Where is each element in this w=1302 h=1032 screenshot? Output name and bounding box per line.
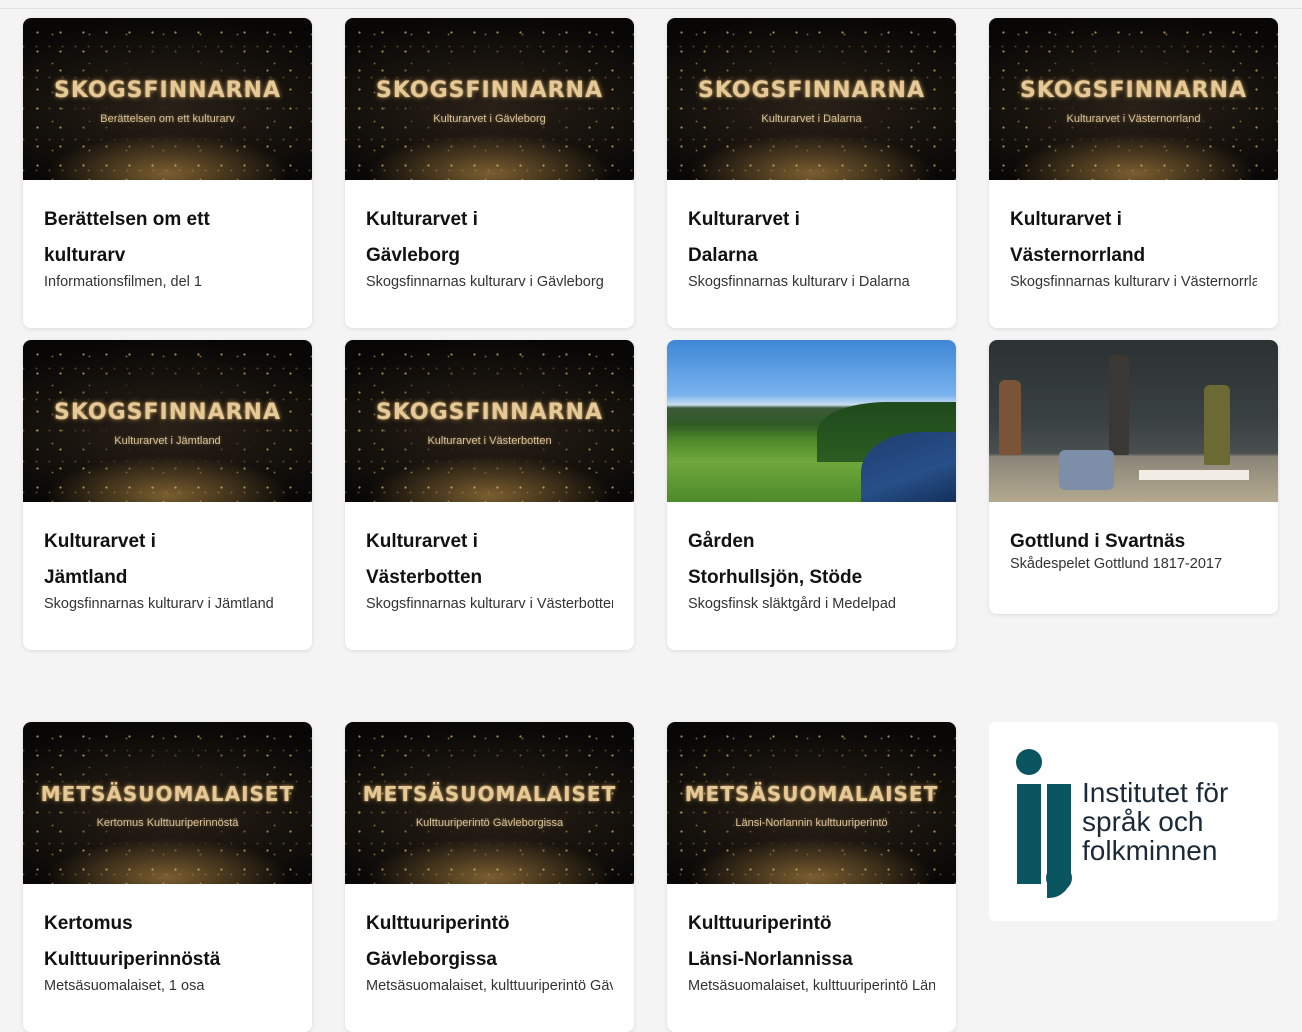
- thumbnail-title: SKOGSFINNARNA: [1020, 78, 1247, 103]
- actor-figure: [1109, 355, 1129, 455]
- video-thumbnail[interactable]: SKOGSFINNARNA Kulturarvet i Gävleborg: [345, 18, 634, 180]
- video-thumbnail[interactable]: SKOGSFINNARNA Berättelsen om ett kultura…: [23, 18, 312, 180]
- video-thumbnail[interactable]: SKOGSFINNARNA Kulturarvet i Västerbotten: [345, 340, 634, 502]
- thumbnail-subtitle: Kulturarvet i Gävleborg: [433, 113, 546, 125]
- card-description: Skådespelet Gottlund 1817-2017: [1010, 556, 1223, 572]
- video-card-storhullsjon[interactable]: Gården Storhullsjön, Stöde Skogsfinsk sl…: [667, 340, 956, 650]
- card-description: Skogsfinnarnas kulturarv i Gävleborg: [366, 274, 604, 290]
- thumbnail-title: METSÄSUOMALAISET: [362, 782, 617, 806]
- video-card-berattelsen[interactable]: SKOGSFINNARNA Berättelsen om ett kultura…: [23, 18, 312, 328]
- card-title-line1: Berättelsen om ett: [44, 209, 210, 230]
- card-title-line2: Västerbotten: [366, 567, 483, 588]
- card-title-line2: Dalarna: [688, 245, 758, 266]
- card-description: Skogsfinnarnas kulturarv i Västernorrlan…: [1010, 274, 1257, 290]
- video-card-lansi-norlannissa[interactable]: METSÄSUOMALAISET Länsi-Norlannin kulttuu…: [667, 722, 956, 1032]
- thumbnail-subtitle: Länsi-Norlannin kulttuuriperintö: [735, 817, 888, 829]
- card-description: Skogsfinsk släktgård i Medelpad: [688, 596, 896, 612]
- isof-logo-card[interactable]: Institutet för språk och folkminnen: [989, 722, 1278, 921]
- card-title-line2: Länsi-Norlannissa: [688, 949, 853, 970]
- card-title-line1: Kulttuuriperintö: [366, 913, 510, 934]
- card-title-line1: Kulturarvet i: [366, 531, 478, 552]
- card-description: Metsäsuomalaiset, kulttuuriperintö Gävle…: [366, 978, 613, 994]
- card-title-line2: Storhullsjön, Stöde: [688, 567, 863, 588]
- top-divider: [0, 8, 1302, 9]
- thumbnail-title: SKOGSFINNARNA: [54, 78, 281, 103]
- video-card-vasterbotten[interactable]: SKOGSFINNARNA Kulturarvet i Västerbotten…: [345, 340, 634, 650]
- card-description: Skogsfinnarnas kulturarv i Dalarna: [688, 274, 910, 290]
- video-card-vasternorrland[interactable]: SKOGSFINNARNA Kulturarvet i Västernorrla…: [989, 18, 1278, 328]
- card-description: Informationsfilmen, del 1: [44, 274, 202, 290]
- actor-figure: [999, 380, 1021, 455]
- table-shape: [1139, 470, 1249, 480]
- video-thumbnail-stage[interactable]: [989, 340, 1278, 502]
- thumbnail-subtitle: Kertomus Kulttuuriperinnöstä: [96, 817, 239, 829]
- thumbnail-subtitle: Berättelsen om ett kulturarv: [100, 113, 235, 125]
- card-description: Skogsfinnarnas kulturarv i Västerbotten: [366, 596, 613, 612]
- card-description: Metsäsuomalaiset, kulttuuriperintö Länsi…: [688, 978, 935, 994]
- isof-logo-text: Institutet för språk och folkminnen: [1082, 778, 1228, 865]
- actor-figure: [1204, 385, 1230, 465]
- logo-line2: språk och: [1082, 806, 1204, 837]
- video-card-kulttuuriperinto-gavleborgissa[interactable]: METSÄSUOMALAISET Kulttuuriperintö Gävleb…: [345, 722, 634, 1032]
- card-title-line1: Kulturarvet i: [44, 531, 156, 552]
- thumbnail-title: METSÄSUOMALAISET: [40, 782, 295, 806]
- card-title-line1: Gården: [688, 531, 755, 552]
- card-title: Gottlund i Svartnäs: [1010, 531, 1186, 552]
- video-thumbnail[interactable]: SKOGSFINNARNA Kulturarvet i Dalarna: [667, 18, 956, 180]
- card-title-line2: Gävleborgissa: [366, 949, 497, 970]
- video-card-dalarna[interactable]: SKOGSFINNARNA Kulturarvet i Dalarna Kult…: [667, 18, 956, 328]
- card-title-line1: Kulttuuriperintö: [688, 913, 832, 934]
- thumbnail-subtitle: Kulttuuriperintö Gävleborgissa: [415, 817, 564, 829]
- card-title-line2: kulturarv: [44, 245, 126, 266]
- video-thumbnail-landscape[interactable]: [667, 340, 956, 502]
- card-title-line2: Jämtland: [44, 567, 128, 588]
- video-card-gavleborg[interactable]: SKOGSFINNARNA Kulturarvet i Gävleborg Ku…: [345, 18, 634, 328]
- logo-line1: Institutet för: [1082, 777, 1229, 808]
- video-thumbnail[interactable]: METSÄSUOMALAISET Kulttuuriperintö Gävleb…: [345, 722, 634, 884]
- isof-logo-mark-icon: [1016, 749, 1072, 898]
- thumbnail-subtitle: Kulturarvet i Västerbotten: [427, 435, 552, 447]
- logo-line3: folkminnen: [1082, 835, 1218, 866]
- video-thumbnail[interactable]: SKOGSFINNARNA Kulturarvet i Jämtland: [23, 340, 312, 502]
- card-title-line2: Västernorrland: [1010, 245, 1146, 266]
- card-title-line1: Kulturarvet i: [1010, 209, 1122, 230]
- thumbnail-title: SKOGSFINNARNA: [376, 400, 603, 425]
- chair-shape: [1059, 450, 1114, 490]
- card-title-line2: Gävleborg: [366, 245, 460, 266]
- video-card-jamtland[interactable]: SKOGSFINNARNA Kulturarvet i Jämtland Kul…: [23, 340, 312, 650]
- thumbnail-subtitle: Kulturarvet i Västernorrland: [1066, 113, 1201, 125]
- thumbnail-subtitle: Kulturarvet i Dalarna: [761, 113, 862, 125]
- card-description: Metsäsuomalaiset, 1 osa: [44, 978, 205, 994]
- card-title-line1: Kulturarvet i: [366, 209, 478, 230]
- thumbnail-title: SKOGSFINNARNA: [54, 400, 281, 425]
- thumbnail-title: METSÄSUOMALAISET: [684, 782, 939, 806]
- card-title-line1: Kertomus: [44, 913, 133, 934]
- video-card-kertomus[interactable]: METSÄSUOMALAISET Kertomus Kulttuuriperin…: [23, 722, 312, 1032]
- video-thumbnail[interactable]: SKOGSFINNARNA Kulturarvet i Västernorrla…: [989, 18, 1278, 180]
- card-description: Skogsfinnarnas kulturarv i Jämtland: [44, 596, 274, 612]
- card-title-line1: Kulturarvet i: [688, 209, 800, 230]
- thumbnail-title: SKOGSFINNARNA: [698, 78, 925, 103]
- card-title-line2: Kulttuuriperinnöstä: [44, 949, 221, 970]
- video-card-gottlund[interactable]: Gottlund i Svartnäs Skådespelet Gottlund…: [989, 340, 1278, 614]
- thumbnail-subtitle: Kulturarvet i Jämtland: [114, 435, 221, 447]
- video-thumbnail[interactable]: METSÄSUOMALAISET Länsi-Norlannin kulttuu…: [667, 722, 956, 884]
- thumbnail-title: SKOGSFINNARNA: [376, 78, 603, 103]
- video-thumbnail[interactable]: METSÄSUOMALAISET Kertomus Kulttuuriperin…: [23, 722, 312, 884]
